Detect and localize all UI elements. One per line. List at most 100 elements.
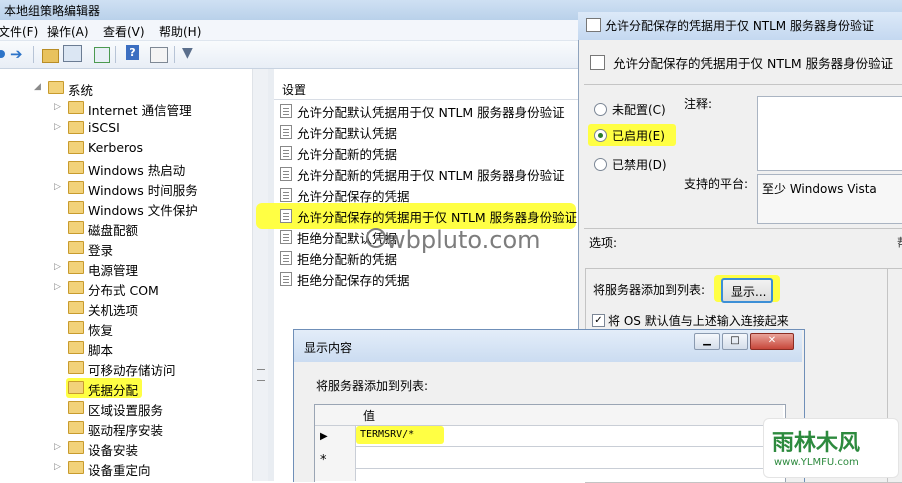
collapsed-arrow-icon[interactable]: ▷	[54, 442, 64, 454]
platform-box: 至少 Windows Vista	[757, 174, 902, 224]
grid-new-row[interactable]	[356, 447, 784, 469]
setting-row[interactable]: 允许分配默认凭据	[280, 122, 580, 142]
collapsed-arrow-icon[interactable]: ▷	[54, 102, 64, 114]
grid-column-header[interactable]: 值	[315, 405, 783, 426]
collapsed-arrow-icon	[54, 222, 64, 234]
collapsed-arrow-icon[interactable]: ▷	[54, 122, 64, 134]
collapsed-arrow-icon[interactable]: ▷	[54, 462, 64, 474]
properties-icon[interactable]	[150, 47, 168, 63]
options-label: 选项:	[589, 236, 618, 250]
tree-node[interactable]: ▷ Windows 时间服务	[54, 178, 250, 198]
collapsed-arrow-icon[interactable]: ▷	[54, 262, 64, 274]
collapsed-arrow-icon	[54, 382, 64, 394]
show-list-label: 将服务器添加到列表:	[316, 379, 429, 393]
maximize-button[interactable]: □	[722, 333, 748, 350]
policy-setting-icon	[280, 230, 292, 244]
up-folder-icon[interactable]	[42, 49, 59, 63]
settings-header-label: 设置	[282, 83, 307, 97]
tree-node[interactable]: ▷ 电源管理	[54, 258, 250, 278]
tree-node[interactable]: ▷ Internet 通信管理	[54, 98, 250, 118]
collapsed-arrow-icon[interactable]: ▷	[54, 182, 64, 194]
tree-node[interactable]: 可移动存储访问	[54, 358, 250, 378]
setting-row[interactable]: 允许分配默认凭据用于仅 NTLM 服务器身份验证	[280, 101, 580, 121]
back-icon[interactable]	[0, 50, 5, 58]
help-icon[interactable]: ?	[126, 45, 139, 60]
concat-default-checkbox[interactable]: ✓ 将 OS 默认值与上述输入连接起来	[592, 312, 882, 330]
filter-icon[interactable]: ▼	[182, 45, 193, 63]
settings-column-header[interactable]: 设置	[274, 79, 584, 100]
comment-label: 注释:	[684, 97, 713, 111]
tree-node-label: 电源管理	[88, 263, 139, 278]
folder-icon	[68, 361, 84, 374]
policy-heading: 允许分配保存的凭据用于仅 NTLM 服务器身份验证	[613, 56, 894, 71]
radio-enabled-indicator[interactable]	[594, 129, 607, 142]
radio-enabled[interactable]: 已启用(E)	[588, 124, 676, 146]
collapsed-arrow-icon	[54, 162, 64, 174]
tree-node[interactable]: 登录	[54, 238, 250, 258]
menu-view[interactable]: 查看(V)	[103, 23, 145, 40]
tree-node[interactable]: 驱动程序安装	[54, 418, 250, 438]
scrollbar-grip[interactable]	[257, 369, 265, 381]
grid-cell-value[interactable]: TERMSRV/*	[360, 429, 414, 440]
setting-row[interactable]: 允许分配保存的凭据用于仅 NTLM 服务器身份验证	[256, 203, 580, 229]
column-value-header: 值	[363, 409, 376, 423]
folder-icon	[68, 141, 84, 154]
concat-default-checkbox-box[interactable]: ✓	[592, 314, 605, 327]
setting-row-label: 允许分配默认凭据用于仅 NTLM 服务器身份验证	[297, 105, 565, 120]
collapsed-arrow-icon	[54, 202, 64, 214]
tree-node-label: Windows 文件保护	[88, 203, 198, 218]
tree-node[interactable]: 脚本	[54, 338, 250, 358]
setting-row-label: 允许分配默认凭据	[297, 126, 398, 141]
collapsed-arrow-icon[interactable]: ▷	[54, 282, 64, 294]
close-button[interactable]: ✕	[750, 333, 794, 350]
minimize-button[interactable]: ▁	[694, 333, 720, 350]
tree-node[interactable]: 区域设置服务	[54, 398, 250, 418]
show-button[interactable]: 显示...	[721, 278, 773, 303]
setting-row[interactable]: 允许分配新的凭据用于仅 NTLM 服务器身份验证	[280, 164, 580, 184]
tree-node[interactable]: Windows 热启动	[54, 158, 250, 178]
forward-icon[interactable]: ➔	[10, 45, 23, 63]
tree-node[interactable]: Kerberos	[54, 138, 250, 158]
show-hide-tree-icon[interactable]	[63, 45, 82, 62]
tree-node[interactable]: ◢ 系统	[34, 78, 250, 98]
watermark-text: wbpluto.com	[386, 226, 541, 254]
tree-node-label: 区域设置服务	[88, 403, 164, 418]
tree-node[interactable]: ▷ 设备重定向	[54, 458, 250, 478]
menu-action[interactable]: 操作(A)	[47, 23, 89, 40]
tree-node[interactable]: ▷ 设备安装	[54, 438, 250, 458]
tree-node[interactable]: ▷ iSCSI	[54, 118, 250, 138]
radio-not-configured-indicator[interactable]	[594, 103, 607, 116]
setting-row[interactable]: 允许分配新的凭据	[280, 143, 580, 163]
folder-icon	[68, 161, 84, 174]
folder-icon	[68, 301, 84, 314]
folder-icon	[68, 101, 84, 114]
folder-icon	[68, 461, 84, 474]
expanded-arrow-icon[interactable]: ◢	[34, 82, 44, 94]
tree-scrollbar[interactable]	[252, 69, 269, 481]
tree-node[interactable]: 恢复	[54, 318, 250, 338]
policy-setting-icon	[280, 146, 292, 160]
tree-node[interactable]: ▷ 分布式 COM	[54, 278, 250, 298]
menu-file[interactable]: 文件(F)	[0, 23, 38, 40]
tree-node[interactable]: 关机选项	[54, 298, 250, 318]
collapsed-arrow-icon	[54, 322, 64, 334]
grid-row[interactable]: TERMSRV/*	[356, 425, 784, 447]
setting-row[interactable]: 允许分配保存的凭据	[280, 185, 580, 205]
menu-help[interactable]: 帮助(H)	[159, 23, 201, 40]
comment-textarea[interactable]	[757, 96, 902, 171]
tree-node[interactable]: Windows 文件保护	[54, 198, 250, 218]
folder-icon	[48, 81, 64, 94]
export-list-icon[interactable]	[94, 47, 110, 63]
tree-node[interactable]: 凭据分配	[54, 378, 250, 398]
tree-node-label: 分布式 COM	[88, 283, 159, 298]
tree-node[interactable]: 磁盘配额	[54, 218, 250, 238]
setting-row[interactable]: 拒绝分配保存的凭据	[280, 269, 580, 289]
tree-node-label: 磁盘配额	[88, 223, 139, 238]
setting-row-label: 允许分配保存的凭据用于仅 NTLM 服务器身份验证	[297, 210, 578, 225]
radio-disabled-indicator[interactable]	[594, 158, 607, 171]
setting-row-label: 允许分配新的凭据用于仅 NTLM 服务器身份验证	[297, 168, 565, 183]
setting-row-label: 允许分配新的凭据	[297, 147, 398, 162]
radio-not-configured[interactable]: 未配置(C)	[592, 100, 672, 120]
radio-disabled[interactable]: 已禁用(D)	[592, 155, 672, 175]
folder-icon	[68, 221, 84, 234]
